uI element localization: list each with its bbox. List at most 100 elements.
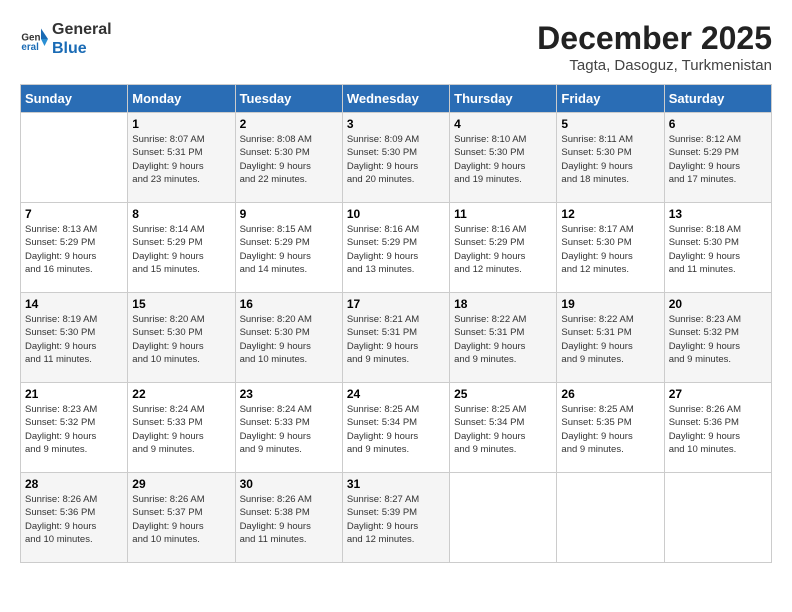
day-number: 20	[669, 297, 767, 311]
day-info: Sunrise: 8:27 AM Sunset: 5:39 PM Dayligh…	[347, 493, 445, 546]
calendar-header-row: SundayMondayTuesdayWednesdayThursdayFrid…	[21, 85, 772, 113]
day-info: Sunrise: 8:18 AM Sunset: 5:30 PM Dayligh…	[669, 223, 767, 276]
location-subtitle: Tagta, Dasoguz, Turkmenistan	[537, 57, 772, 74]
day-number: 27	[669, 387, 767, 401]
day-number: 9	[240, 207, 338, 221]
day-number: 25	[454, 387, 552, 401]
calendar-cell: 5 Sunrise: 8:11 AM Sunset: 5:30 PM Daylig…	[557, 113, 664, 203]
header-wednesday: Wednesday	[342, 85, 449, 113]
header-thursday: Thursday	[450, 85, 557, 113]
day-number: 17	[347, 297, 445, 311]
calendar-cell: 11 Sunrise: 8:16 AM Sunset: 5:29 PM Dayli…	[450, 203, 557, 293]
header-friday: Friday	[557, 85, 664, 113]
calendar-cell: 18Sunrise: 8:22 AM Sunset: 5:31 PM Dayli…	[450, 293, 557, 383]
calendar-cell: 15 Sunrise: 8:20 AM Sunset: 5:30 PM Dayli…	[128, 293, 235, 383]
day-info: Sunrise: 8:10 AM Sunset: 5:30 PM Dayligh…	[454, 133, 552, 186]
day-number: 22	[132, 387, 230, 401]
calendar-body: 1Sunrise: 8:07 AM Sunset: 5:31 PM Daylig…	[21, 113, 772, 563]
day-info: Sunrise: 8:19 AM Sunset: 5:30 PM Dayligh…	[25, 313, 123, 366]
day-number: 10	[347, 207, 445, 221]
day-info: Sunrise: 8:24 AM Sunset: 5:33 PM Dayligh…	[132, 403, 230, 456]
calendar-week-1: 1Sunrise: 8:07 AM Sunset: 5:31 PM Daylig…	[21, 113, 772, 203]
calendar-cell: 4 Sunrise: 8:10 AM Sunset: 5:30 PM Daylig…	[450, 113, 557, 203]
calendar-cell: 1Sunrise: 8:07 AM Sunset: 5:31 PM Daylig…	[128, 113, 235, 203]
day-info: Sunrise: 8:17 AM Sunset: 5:30 PM Dayligh…	[561, 223, 659, 276]
day-info: Sunrise: 8:11 AM Sunset: 5:30 PM Dayligh…	[561, 133, 659, 186]
month-title: December 2025	[537, 20, 772, 57]
calendar-cell: 26 Sunrise: 8:25 AM Sunset: 5:35 PM Dayli…	[557, 383, 664, 473]
header-sunday: Sunday	[21, 85, 128, 113]
day-number: 13	[669, 207, 767, 221]
day-number: 14	[25, 297, 123, 311]
day-number: 26	[561, 387, 659, 401]
calendar-cell: 31 Sunrise: 8:27 AM Sunset: 5:39 PM Dayli…	[342, 473, 449, 563]
day-info: Sunrise: 8:16 AM Sunset: 5:29 PM Dayligh…	[454, 223, 552, 276]
calendar-cell: 22 Sunrise: 8:24 AM Sunset: 5:33 PM Dayli…	[128, 383, 235, 473]
day-number: 21	[25, 387, 123, 401]
day-number: 16	[240, 297, 338, 311]
day-number: 8	[132, 207, 230, 221]
day-number: 15	[132, 297, 230, 311]
calendar-cell: 29Sunrise: 8:26 AM Sunset: 5:37 PM Dayli…	[128, 473, 235, 563]
day-number: 6	[669, 117, 767, 131]
day-info: Sunrise: 8:21 AM Sunset: 5:31 PM Dayligh…	[347, 313, 445, 366]
calendar-cell: 24Sunrise: 8:25 AM Sunset: 5:34 PM Dayli…	[342, 383, 449, 473]
day-info: Sunrise: 8:09 AM Sunset: 5:30 PM Dayligh…	[347, 133, 445, 186]
logo-line2: Blue	[52, 39, 112, 58]
calendar-cell: 14 Sunrise: 8:19 AM Sunset: 5:30 PM Dayli…	[21, 293, 128, 383]
calendar-cell: 12Sunrise: 8:17 AM Sunset: 5:30 PM Dayli…	[557, 203, 664, 293]
day-number: 2	[240, 117, 338, 131]
day-info: Sunrise: 8:22 AM Sunset: 5:31 PM Dayligh…	[561, 313, 659, 366]
day-info: Sunrise: 8:25 AM Sunset: 5:34 PM Dayligh…	[454, 403, 552, 456]
calendar-cell: 20 Sunrise: 8:23 AM Sunset: 5:32 PM Dayli…	[664, 293, 771, 383]
logo-line1: General	[52, 20, 112, 39]
day-number: 5	[561, 117, 659, 131]
logo-icon: Gen eral	[20, 25, 48, 53]
day-info: Sunrise: 8:12 AM Sunset: 5:29 PM Dayligh…	[669, 133, 767, 186]
calendar-cell: 19 Sunrise: 8:22 AM Sunset: 5:31 PM Dayli…	[557, 293, 664, 383]
calendar-cell: 21 Sunrise: 8:23 AM Sunset: 5:32 PM Dayli…	[21, 383, 128, 473]
day-number: 4	[454, 117, 552, 131]
day-info: Sunrise: 8:23 AM Sunset: 5:32 PM Dayligh…	[669, 313, 767, 366]
calendar-cell: 8 Sunrise: 8:14 AM Sunset: 5:29 PM Daylig…	[128, 203, 235, 293]
header-monday: Monday	[128, 85, 235, 113]
day-info: Sunrise: 8:20 AM Sunset: 5:30 PM Dayligh…	[132, 313, 230, 366]
day-info: Sunrise: 8:26 AM Sunset: 5:36 PM Dayligh…	[669, 403, 767, 456]
calendar-cell: 13 Sunrise: 8:18 AM Sunset: 5:30 PM Dayli…	[664, 203, 771, 293]
title-block: December 2025 Tagta, Dasoguz, Turkmenist…	[537, 20, 772, 74]
calendar-cell: 9 Sunrise: 8:15 AM Sunset: 5:29 PM Daylig…	[235, 203, 342, 293]
calendar-cell: 10Sunrise: 8:16 AM Sunset: 5:29 PM Dayli…	[342, 203, 449, 293]
day-info: Sunrise: 8:14 AM Sunset: 5:29 PM Dayligh…	[132, 223, 230, 276]
calendar-table: SundayMondayTuesdayWednesdayThursdayFrid…	[20, 84, 772, 563]
day-info: Sunrise: 8:24 AM Sunset: 5:33 PM Dayligh…	[240, 403, 338, 456]
day-info: Sunrise: 8:23 AM Sunset: 5:32 PM Dayligh…	[25, 403, 123, 456]
day-info: Sunrise: 8:15 AM Sunset: 5:29 PM Dayligh…	[240, 223, 338, 276]
calendar-week-4: 21 Sunrise: 8:23 AM Sunset: 5:32 PM Dayli…	[21, 383, 772, 473]
calendar-week-2: 7Sunrise: 8:13 AM Sunset: 5:29 PM Daylig…	[21, 203, 772, 293]
calendar-cell: 6 Sunrise: 8:12 AM Sunset: 5:29 PM Daylig…	[664, 113, 771, 203]
calendar-cell: 25 Sunrise: 8:25 AM Sunset: 5:34 PM Dayli…	[450, 383, 557, 473]
calendar-cell: 28Sunrise: 8:26 AM Sunset: 5:36 PM Dayli…	[21, 473, 128, 563]
calendar-cell: 2Sunrise: 8:08 AM Sunset: 5:30 PM Daylig…	[235, 113, 342, 203]
day-number: 31	[347, 477, 445, 491]
calendar-week-3: 14 Sunrise: 8:19 AM Sunset: 5:30 PM Dayli…	[21, 293, 772, 383]
header-saturday: Saturday	[664, 85, 771, 113]
day-info: Sunrise: 8:26 AM Sunset: 5:38 PM Dayligh…	[240, 493, 338, 546]
day-info: Sunrise: 8:25 AM Sunset: 5:35 PM Dayligh…	[561, 403, 659, 456]
day-number: 23	[240, 387, 338, 401]
day-number: 11	[454, 207, 552, 221]
calendar-cell: 27 Sunrise: 8:26 AM Sunset: 5:36 PM Dayli…	[664, 383, 771, 473]
calendar-cell	[664, 473, 771, 563]
day-number: 18	[454, 297, 552, 311]
svg-text:eral: eral	[21, 42, 39, 53]
day-number: 24	[347, 387, 445, 401]
calendar-cell	[557, 473, 664, 563]
day-info: Sunrise: 8:20 AM Sunset: 5:30 PM Dayligh…	[240, 313, 338, 366]
logo: Gen eral General Blue	[20, 20, 112, 58]
day-number: 19	[561, 297, 659, 311]
calendar-cell: 17 Sunrise: 8:21 AM Sunset: 5:31 PM Dayli…	[342, 293, 449, 383]
day-number: 29	[132, 477, 230, 491]
day-number: 30	[240, 477, 338, 491]
page-header: Gen eral General Blue December 2025 Tagt…	[20, 20, 772, 74]
calendar-week-5: 28Sunrise: 8:26 AM Sunset: 5:36 PM Dayli…	[21, 473, 772, 563]
